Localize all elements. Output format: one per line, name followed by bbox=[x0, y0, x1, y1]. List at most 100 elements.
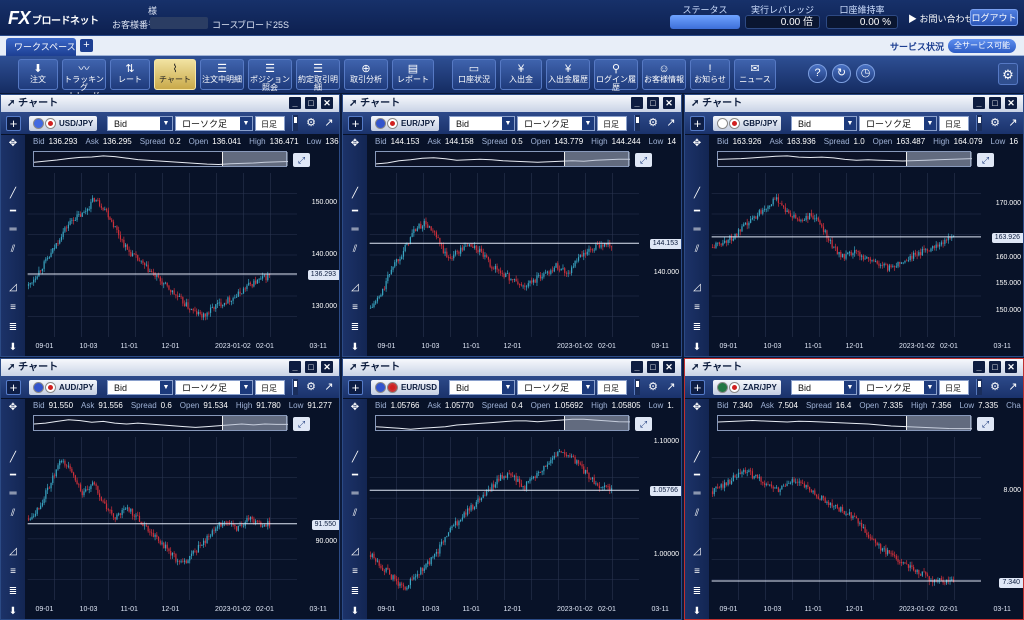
add-indicator-button[interactable]: + bbox=[348, 116, 363, 131]
pair-selector[interactable]: EUR/JPY bbox=[371, 116, 439, 131]
chart-type-select[interactable]: ローソク足 ▼ bbox=[175, 116, 253, 131]
candlestick-chart[interactable] bbox=[368, 173, 641, 337]
crosshair-icon[interactable]: ✥ bbox=[690, 137, 704, 151]
maximize-icon[interactable]: □ bbox=[305, 97, 317, 109]
maximize-icon[interactable]: □ bbox=[989, 361, 1001, 373]
navigator-strip[interactable] bbox=[717, 151, 973, 167]
parallel-icon[interactable]: ⫽ bbox=[6, 243, 20, 257]
navigator-window[interactable] bbox=[563, 152, 630, 166]
list-icon[interactable]: ≡ bbox=[690, 565, 704, 579]
timeframe-select[interactable]: 日足 bbox=[255, 380, 285, 395]
navigator-window[interactable] bbox=[221, 152, 288, 166]
trendline-icon[interactable]: ╱ bbox=[6, 451, 20, 465]
toolbar-order-button[interactable]: ⬇ 注文 bbox=[18, 59, 58, 90]
fib-icon[interactable]: ◿ bbox=[348, 281, 362, 295]
download-icon[interactable]: ⬇ bbox=[348, 341, 362, 355]
pair-selector[interactable]: ZAR/JPY bbox=[713, 380, 781, 395]
popout-icon[interactable]: ↗ bbox=[322, 380, 336, 394]
add-indicator-button[interactable]: + bbox=[690, 116, 705, 131]
navigator-strip[interactable] bbox=[375, 415, 631, 431]
channel-icon[interactable]: ═ bbox=[6, 223, 20, 237]
navigator-window[interactable] bbox=[905, 416, 972, 430]
pair-selector[interactable]: EUR/USD bbox=[371, 380, 439, 395]
timeframe-select[interactable]: 日足 bbox=[597, 380, 627, 395]
maximize-icon[interactable]: □ bbox=[647, 97, 659, 109]
menu-icon[interactable]: ≣ bbox=[6, 321, 20, 335]
toolbar-account-status-button[interactable]: ▭ 口座状況 bbox=[452, 59, 496, 90]
hline-icon[interactable]: ━ bbox=[6, 469, 20, 483]
maximize-icon[interactable]: □ bbox=[989, 97, 1001, 109]
timeframe-select[interactable]: 日足 bbox=[597, 116, 627, 131]
scroll-handle[interactable] bbox=[292, 379, 298, 395]
trendline-icon[interactable]: ╱ bbox=[690, 187, 704, 201]
candlestick-chart[interactable] bbox=[368, 437, 641, 600]
menu-icon[interactable]: ≣ bbox=[348, 321, 362, 335]
toolbar-deposit-history-button[interactable]: ¥ 入出金履歴 bbox=[546, 59, 590, 90]
timeframe-select[interactable]: 日足 bbox=[939, 380, 969, 395]
menu-icon[interactable]: ≣ bbox=[690, 585, 704, 599]
popout-icon[interactable]: ↗ bbox=[1006, 380, 1020, 394]
toolbar-deposit-button[interactable]: ¥ 入出金 bbox=[500, 59, 542, 90]
add-indicator-button[interactable]: + bbox=[690, 380, 705, 395]
download-icon[interactable]: ⬇ bbox=[690, 341, 704, 355]
zoom-icon[interactable]: ⤢ bbox=[635, 417, 652, 431]
zoom-icon[interactable]: ⤢ bbox=[977, 417, 994, 431]
navigator-window[interactable] bbox=[221, 416, 288, 430]
toolbar-executions-button[interactable]: ☰ 約定取引明細 bbox=[296, 59, 340, 92]
hline-icon[interactable]: ━ bbox=[6, 205, 20, 219]
hline-icon[interactable]: ━ bbox=[348, 469, 362, 483]
close-icon[interactable]: ✕ bbox=[321, 361, 333, 373]
add-indicator-button[interactable]: + bbox=[6, 116, 21, 131]
toolbar-report-button[interactable]: ▤ レポート bbox=[392, 59, 434, 90]
toolbar-tracking-trade-button[interactable]: 〰トラッキング トレード bbox=[62, 59, 106, 100]
list-icon[interactable]: ≡ bbox=[348, 301, 362, 315]
channel-icon[interactable]: ═ bbox=[690, 223, 704, 237]
candlestick-chart[interactable] bbox=[26, 173, 299, 337]
gear-icon[interactable]: ⚙ bbox=[988, 380, 1002, 394]
chart-type-select[interactable]: ローソク足 ▼ bbox=[859, 380, 937, 395]
zoom-icon[interactable]: ⤢ bbox=[293, 153, 310, 167]
list-icon[interactable]: ≡ bbox=[6, 565, 20, 579]
maximize-icon[interactable]: □ bbox=[647, 361, 659, 373]
popout-icon[interactable]: ↗ bbox=[664, 380, 678, 394]
toolbar-customer-info-button[interactable]: ☺ お客様情報 bbox=[642, 59, 686, 90]
toolbar-notices-button[interactable]: ! お知らせ bbox=[690, 59, 730, 90]
toolbar-login-history-button[interactable]: ⚲ ログイン履歴 bbox=[594, 59, 638, 92]
download-icon[interactable]: ⬇ bbox=[690, 605, 704, 619]
parallel-icon[interactable]: ⫽ bbox=[690, 243, 704, 257]
hline-icon[interactable]: ━ bbox=[690, 469, 704, 483]
refresh-icon[interactable]: ↻ bbox=[832, 64, 851, 83]
add-indicator-button[interactable]: + bbox=[348, 380, 363, 395]
chart-type-select[interactable]: ローソク足 ▼ bbox=[517, 116, 595, 131]
channel-icon[interactable]: ═ bbox=[348, 223, 362, 237]
trendline-icon[interactable]: ╱ bbox=[348, 451, 362, 465]
download-icon[interactable]: ⬇ bbox=[348, 605, 362, 619]
channel-icon[interactable]: ═ bbox=[348, 487, 362, 501]
price-type-select[interactable]: Bid ▼ bbox=[791, 380, 857, 395]
chart-type-select[interactable]: ローソク足 ▼ bbox=[517, 380, 595, 395]
close-icon[interactable]: ✕ bbox=[1005, 97, 1017, 109]
crosshair-icon[interactable]: ✥ bbox=[690, 401, 704, 415]
help-icon[interactable]: ? bbox=[808, 64, 827, 83]
close-icon[interactable]: ✕ bbox=[663, 361, 675, 373]
channel-icon[interactable]: ═ bbox=[6, 487, 20, 501]
parallel-icon[interactable]: ⫽ bbox=[6, 507, 20, 521]
contact-link[interactable]: ▶ お問い合わせ bbox=[908, 12, 974, 25]
toolbar-rate-button[interactable]: ⇅ レート bbox=[110, 59, 150, 90]
minimize-icon[interactable]: _ bbox=[289, 97, 301, 109]
fib-icon[interactable]: ◿ bbox=[690, 281, 704, 295]
price-type-select[interactable]: Bid ▼ bbox=[791, 116, 857, 131]
add-workspace-button[interactable]: + bbox=[80, 39, 93, 52]
pair-selector[interactable]: USD/JPY bbox=[29, 116, 97, 131]
pair-selector[interactable]: GBP/JPY bbox=[713, 116, 781, 131]
timeframe-select[interactable]: 日足 bbox=[939, 116, 969, 131]
close-icon[interactable]: ✕ bbox=[1005, 361, 1017, 373]
gear-icon[interactable]: ⚙ bbox=[646, 380, 660, 394]
navigator-strip[interactable] bbox=[375, 151, 630, 167]
price-type-select[interactable]: Bid ▼ bbox=[107, 380, 173, 395]
navigator-window[interactable] bbox=[905, 152, 972, 166]
minimize-icon[interactable]: _ bbox=[973, 97, 985, 109]
minimize-icon[interactable]: _ bbox=[973, 361, 985, 373]
scroll-handle[interactable] bbox=[976, 379, 982, 395]
crosshair-icon[interactable]: ✥ bbox=[6, 137, 20, 151]
